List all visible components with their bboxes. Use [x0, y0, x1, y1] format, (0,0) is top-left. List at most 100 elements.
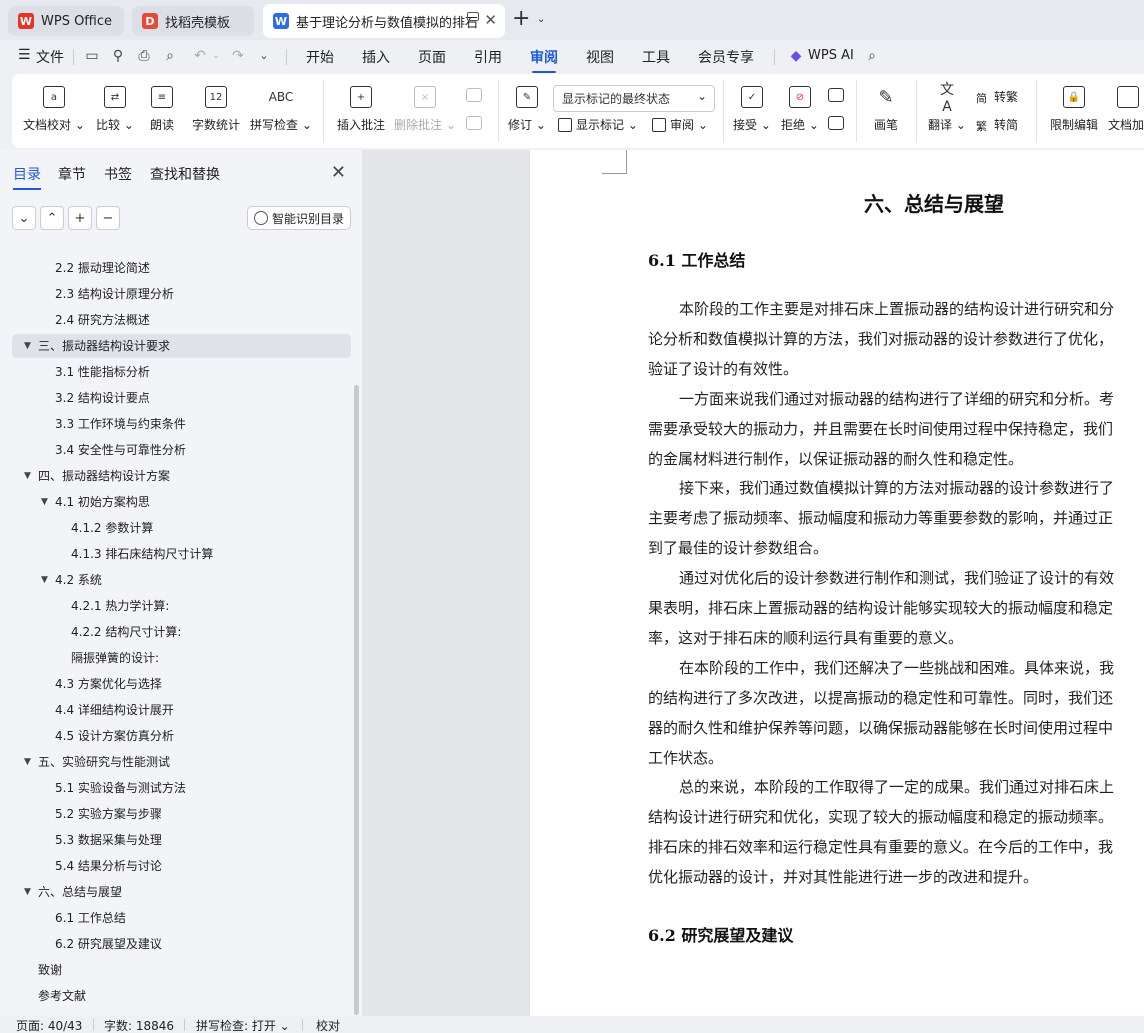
caret-down-icon[interactable]: ▼: [41, 490, 48, 514]
restrict-edit-button[interactable]: 🔒 限制编辑: [1046, 74, 1102, 148]
toc-item[interactable]: 4.1.2 参数计算: [0, 516, 350, 540]
print-preview-icon[interactable]: ⌕: [162, 48, 178, 64]
tab-bookmarks[interactable]: 书签: [104, 164, 132, 184]
chevron-down-icon[interactable]: ⌄: [537, 14, 545, 25]
word-count-button[interactable]: 12 字数统计: [188, 74, 244, 148]
toc-item[interactable]: ▼ 四、振动器结构设计方案: [0, 464, 350, 488]
toc-item[interactable]: 4.3 方案优化与选择: [0, 672, 350, 696]
chevron-down-icon[interactable]: ⌄: [256, 48, 272, 64]
toc-item[interactable]: 3.4 安全性与可靠性分析: [0, 438, 350, 462]
search-icon[interactable]: ⌕: [864, 48, 880, 64]
undo-icon[interactable]: ↶: [192, 48, 208, 64]
collapse-all-button[interactable]: −: [96, 206, 120, 230]
tab-find-replace[interactable]: 查找和替换: [150, 164, 220, 184]
review-pane-button[interactable]: 审阅 ⌄: [652, 116, 708, 133]
delete-comment-button[interactable]: × 删除批注 ⌄: [394, 74, 456, 148]
markup-state-select[interactable]: 显示标记的最终状态 ⌄: [553, 85, 715, 112]
toc-item[interactable]: ▼ 4.1 初始方案构思: [0, 490, 350, 514]
to-simplified-button[interactable]: 繁 转简: [976, 116, 1018, 133]
menu-references[interactable]: 引用: [474, 47, 502, 67]
caret-down-icon[interactable]: ▼: [24, 464, 31, 488]
toc-item[interactable]: 4.2.1 热力学计算:: [0, 594, 350, 618]
menu-view[interactable]: 视图: [586, 47, 614, 67]
print-icon[interactable]: ⎙: [136, 48, 152, 64]
tab-wps-office[interactable]: W WPS Office: [8, 6, 124, 36]
toc-item[interactable]: 6.1 工作总结: [0, 906, 350, 930]
menu-file[interactable]: 文件: [36, 47, 64, 67]
tab-toc[interactable]: 目录: [13, 164, 41, 190]
toc-item[interactable]: ▼ 六、总结与展望: [0, 880, 350, 904]
collapse-up-button[interactable]: ⌃: [40, 206, 64, 230]
caret-down-icon[interactable]: ▼: [24, 334, 31, 358]
spell-check-button[interactable]: ABC 拼写检查 ⌄: [250, 74, 312, 148]
link-icon[interactable]: ⚲: [110, 48, 126, 64]
toc-item[interactable]: 5.2 实验方案与步骤: [0, 802, 350, 826]
to-traditional-button[interactable]: 简 转繁: [976, 88, 1018, 105]
document-page[interactable]: 六、总结与展望 6.1 工作总结 本阶段的工作主要是对排石床上置振动器的结构设计…: [530, 150, 1144, 1016]
toc-item[interactable]: 参考文献: [0, 984, 350, 1008]
toc-item[interactable]: 5.4 结果分析与讨论: [0, 854, 350, 878]
toc-item[interactable]: 4.4 详细结构设计展开: [0, 698, 350, 722]
next-comment-button[interactable]: [462, 102, 486, 142]
toc-item[interactable]: 3.1 性能指标分析: [0, 360, 350, 384]
revise-button[interactable]: ✎ 修订 ⌄: [506, 74, 548, 148]
word-count[interactable]: 字数: 18846: [104, 1017, 174, 1033]
menu-page[interactable]: 页面: [418, 47, 446, 67]
toc-item[interactable]: 5.1 实验设备与测试方法: [0, 776, 350, 800]
new-tab-button[interactable]: +: [512, 8, 530, 30]
hamburger-icon[interactable]: ☰: [18, 47, 31, 63]
read-aloud-button[interactable]: ≡ 朗读: [144, 74, 180, 148]
next-change-button[interactable]: [824, 102, 848, 142]
menu-home[interactable]: 开始: [306, 47, 334, 67]
reject-button[interactable]: ⊘ 拒绝 ⌄: [778, 74, 822, 148]
pen-button[interactable]: ✎ 画笔: [868, 74, 904, 148]
caret-down-icon[interactable]: ▼: [24, 750, 31, 774]
close-icon[interactable]: ✕: [331, 162, 346, 183]
toc-item[interactable]: 2.1 排石理论基础: [0, 240, 350, 254]
toc-item[interactable]: ▼ 三、振动器结构设计要求: [12, 334, 351, 358]
redo-icon[interactable]: ↷: [230, 48, 246, 64]
toc-item[interactable]: ▼ 五、实验研究与性能测试: [0, 750, 350, 774]
tab-sections[interactable]: 章节: [58, 164, 86, 184]
toc-item[interactable]: 2.2 振动理论简述: [0, 256, 350, 280]
smart-toc-button[interactable]: 智能识别目录: [247, 206, 351, 230]
show-markup-button[interactable]: 显示标记 ⌄: [558, 116, 638, 133]
collapse-down-button[interactable]: ⌄: [12, 206, 36, 230]
compare-button[interactable]: ⇄ 比较 ⌄: [94, 74, 136, 148]
doc-proof-button[interactable]: a 文档校对 ⌄: [22, 74, 86, 148]
toc-item[interactable]: 3.2 结构设计要点: [0, 386, 350, 410]
toc-item[interactable]: 4.2.2 结构尺寸计算:: [0, 620, 350, 644]
chevron-down-icon[interactable]: ⌄: [208, 48, 224, 64]
close-icon[interactable]: ✕: [484, 11, 497, 29]
toc-item[interactable]: 2.3 结构设计原理分析: [0, 282, 350, 306]
toc-item[interactable]: 隔振弹簧的设计:: [0, 646, 350, 670]
tab-document[interactable]: W 基于理论分析与数值模拟的排石 ✕: [263, 4, 505, 38]
save-icon[interactable]: ▭: [84, 48, 100, 64]
caret-down-icon[interactable]: ▼: [41, 568, 48, 592]
toc-scrollbar[interactable]: [354, 385, 359, 1015]
toc-item[interactable]: 2.4 研究方法概述: [0, 308, 350, 332]
menu-insert[interactable]: 插入: [362, 47, 390, 67]
menu-review[interactable]: 审阅: [530, 47, 558, 73]
proof-status[interactable]: 校对: [316, 1017, 340, 1033]
toc-item[interactable]: 致谢: [0, 958, 350, 982]
page-indicator[interactable]: 页面: 40/43: [16, 1017, 82, 1033]
toc-item[interactable]: ▼ 4.2 系统: [0, 568, 350, 592]
menu-wps-ai[interactable]: WPS AI: [808, 48, 854, 63]
menu-member[interactable]: 会员专享: [698, 47, 754, 67]
expand-all-button[interactable]: +: [68, 206, 92, 230]
tab-docer[interactable]: D 找稻壳模板: [132, 6, 254, 36]
insert-comment-button[interactable]: + 插入批注: [334, 74, 388, 148]
toc-item[interactable]: 5.3 数据采集与处理: [0, 828, 350, 852]
caret-down-icon[interactable]: ▼: [24, 880, 31, 904]
toc-item[interactable]: 3.3 工作环境与约束条件: [0, 412, 350, 436]
toc-item[interactable]: 6.2 研究展望及建议: [0, 932, 350, 956]
doc-encrypt-button[interactable]: 文档加: [1106, 74, 1144, 148]
accept-button[interactable]: ✓ 接受 ⌄: [730, 74, 774, 148]
monitor-icon[interactable]: [467, 12, 479, 21]
toc-item[interactable]: 4.5 设计方案仿真分析: [0, 724, 350, 748]
toc-item[interactable]: 4.1.3 排石床结构尺寸计算: [0, 542, 350, 566]
translate-button[interactable]: 文A 翻译 ⌄: [926, 74, 968, 148]
spell-check-status[interactable]: 拼写检查: 打开 ⌄: [196, 1017, 290, 1033]
menu-tools[interactable]: 工具: [642, 47, 670, 67]
